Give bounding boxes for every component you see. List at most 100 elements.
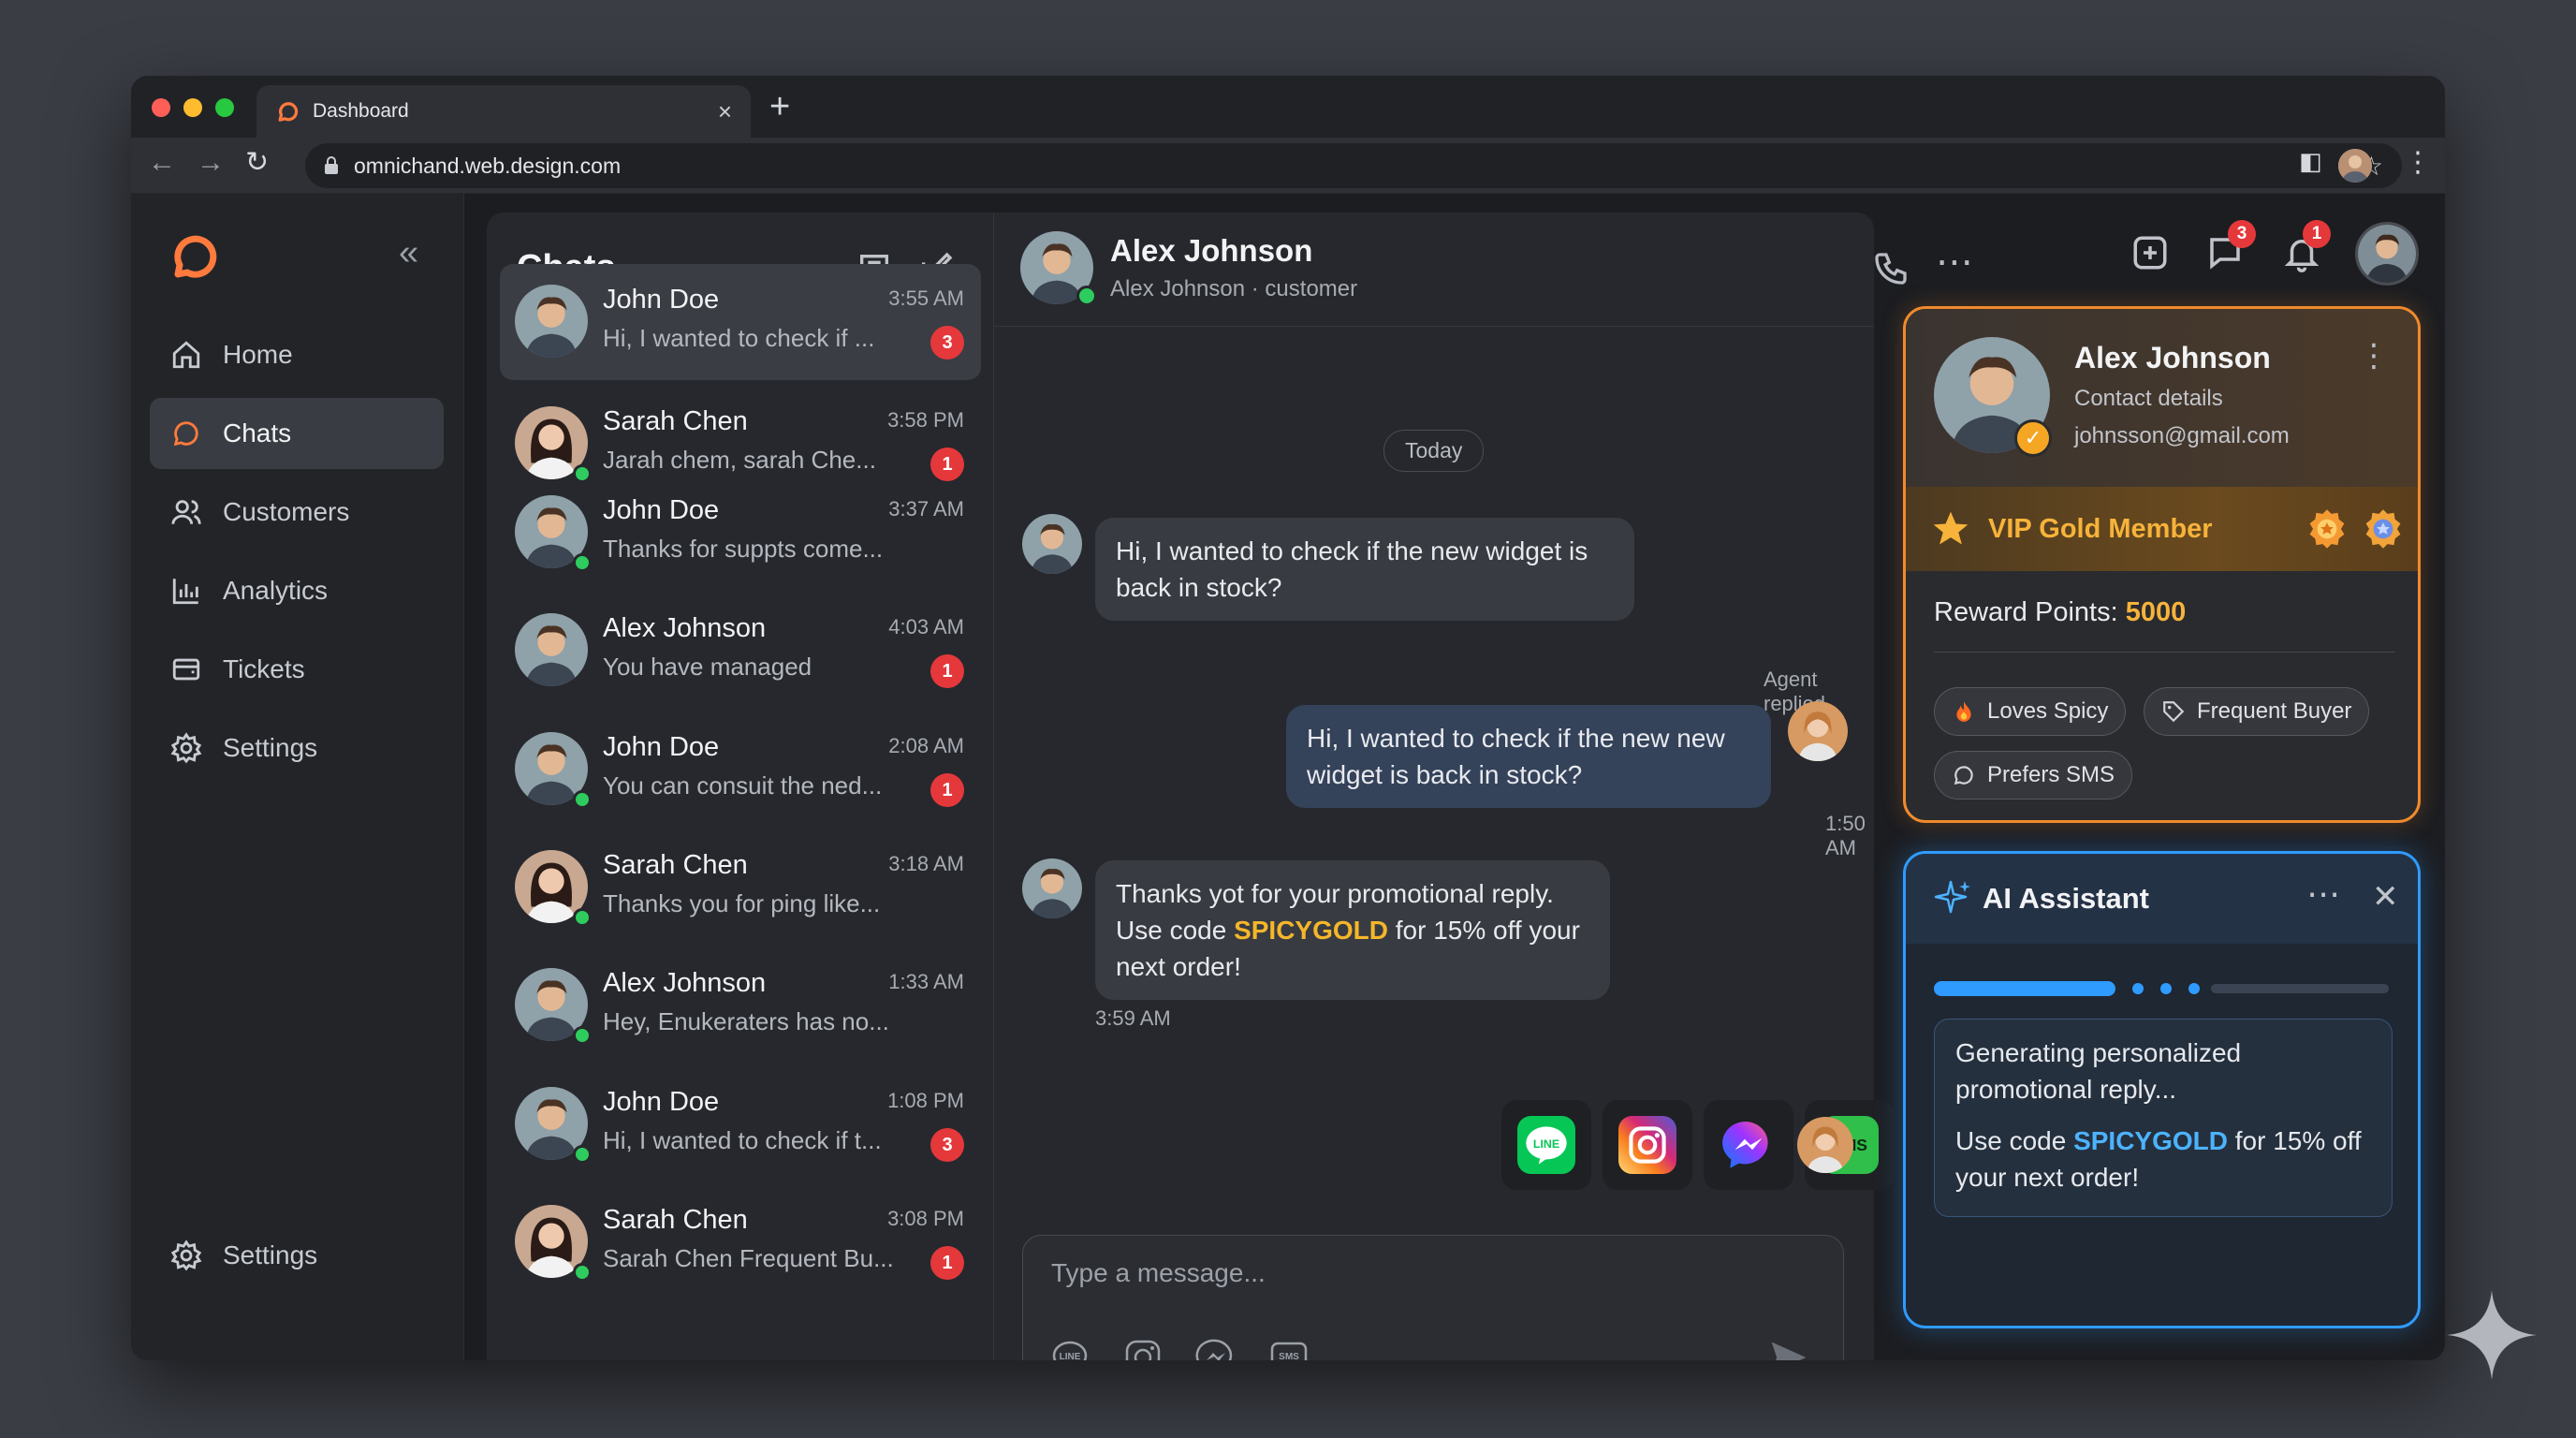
sidebar-item-label: Tickets [223, 654, 305, 683]
contact-email[interactable]: johnsson@gmail.com [2074, 423, 2290, 449]
tag-label: Prefers SMS [1987, 762, 2115, 787]
tag-prefers-sms[interactable]: Prefers SMS [1934, 751, 2133, 800]
line-icon: LINE [1517, 1116, 1575, 1174]
online-indicator [1076, 286, 1097, 306]
message-bubble-incoming[interactable]: Hi, I wanted to check if the new widget … [1095, 518, 1634, 621]
browser-menu-icon[interactable]: ⋮ [2404, 149, 2432, 177]
chat-time: 2:08 AM [888, 734, 964, 757]
progress-dot [2160, 983, 2172, 994]
user-avatar[interactable] [2355, 222, 2419, 286]
promo-code: SPICYGOLD [2073, 1126, 2228, 1155]
sidebar-item-customers[interactable]: Customers [150, 477, 444, 548]
sidebar: « Home Chats Customers Analytics Tickets… [131, 194, 464, 1360]
sidebar-item-tickets[interactable]: Tickets [150, 634, 444, 705]
maximize-window-button[interactable] [215, 98, 234, 117]
more-options-icon[interactable]: ⋮ [2358, 337, 2390, 374]
unread-badge: 1 [930, 773, 964, 807]
back-arrow-icon[interactable]: ← [148, 149, 176, 177]
chat-preview: You have managed [603, 653, 812, 681]
close-icon[interactable]: ✕ [2372, 878, 2399, 916]
chat-preview: Hey, Enukeraters has no... [603, 1007, 889, 1035]
chat-preview: Hi, I wanted to check if ... [603, 324, 875, 352]
message-bubble-incoming[interactable]: Thanks yot for your promotional reply. U… [1095, 860, 1610, 1000]
conversation-panel: Alex Johnson Alex Johnson · customer ⋯ T… [994, 213, 1973, 1360]
forward-arrow-icon[interactable]: → [197, 149, 225, 177]
ai-assistant-title: AI Assistant [1983, 882, 2150, 915]
tag-label: Loves Spicy [1987, 698, 2109, 724]
chat-preview: Thanks for suppts come... [603, 535, 884, 563]
add-icon[interactable] [2130, 233, 2170, 272]
chat-preview: Sarah Chen Frequent Bu... [603, 1244, 894, 1272]
sidebar-item-home[interactable]: Home [150, 319, 444, 390]
chat-contact-name: Sarah Chen [603, 850, 748, 880]
chat-list-item[interactable]: John Doe 3:37 AM Thanks for suppts come... [500, 475, 981, 591]
conversation-subtitle: Alex Johnson · customer [1110, 276, 1358, 301]
instagram-icon[interactable] [1122, 1337, 1164, 1360]
sidebar-item-label: Home [223, 340, 293, 369]
chat-contact-name: Sarah Chen [603, 1205, 748, 1235]
reload-icon[interactable]: ↻ [245, 149, 269, 177]
sms-icon[interactable]: SMS [1268, 1337, 1310, 1360]
more-options-icon[interactable]: ⋯ [2306, 874, 2340, 914]
browser-profile-avatar[interactable] [2338, 149, 2372, 183]
chat-list-item[interactable]: Alex Johnson 4:03 AM You have managed 1 [500, 593, 981, 709]
sidebar-item-chats[interactable]: Chats [150, 398, 444, 469]
address-bar-row: ← → ↻ omnichand.web.design.com ☆ ◧ ⋮ [131, 138, 2445, 194]
ticket-icon [172, 658, 200, 681]
instagram-icon [1618, 1116, 1676, 1174]
avatar [1022, 514, 1082, 574]
url-field[interactable]: omnichand.web.design.com ☆ [305, 143, 2402, 188]
app-logo-icon[interactable] [167, 229, 219, 282]
chat-contact-name: Sarah Chen [603, 406, 748, 436]
sidebar-item-settings[interactable]: Settings [150, 712, 444, 784]
chat-time: 3:55 AM [888, 286, 964, 310]
browser-tab[interactable]: Dashboard × [256, 85, 751, 138]
sidebar-item-analytics[interactable]: Analytics [150, 555, 444, 626]
close-window-button[interactable] [152, 98, 170, 117]
lock-icon [325, 156, 338, 174]
chat-list-item[interactable]: Sarah Chen 3:18 AM Thanks you for ping lik… [500, 829, 981, 946]
message-bubble-outgoing[interactable]: Hi, I wanted to check if the new new wid… [1286, 705, 1771, 808]
more-options-icon[interactable]: ⋯ [1936, 241, 1973, 284]
chat-time: 3:37 AM [888, 497, 964, 521]
tag-icon [2163, 701, 2185, 723]
sparkle-watermark-icon [2447, 1290, 2537, 1380]
conversation-name: Alex Johnson [1110, 233, 1313, 268]
sidebar-item-label: Chats [223, 418, 292, 448]
line-channel-button[interactable]: LINE [1501, 1100, 1591, 1190]
window-controls [152, 98, 234, 117]
tag-loves-spicy[interactable]: Loves Spicy [1934, 687, 2127, 736]
tab-close-icon[interactable]: × [718, 97, 732, 126]
chat-list-item[interactable]: Alex Johnson 1:33 AM Hey, Enukeraters has … [500, 947, 981, 1064]
online-indicator [573, 553, 592, 572]
sidebar-item-label: Analytics [223, 576, 329, 605]
phone-icon[interactable] [1872, 250, 1910, 287]
sidebar-item-label: Settings [223, 733, 318, 762]
chat-preview: Hi, I wanted to check if t... [603, 1126, 882, 1154]
chat-preview: Thanks you for ping like... [603, 889, 881, 917]
new-tab-button[interactable]: + [769, 89, 790, 125]
send-icon[interactable] [1768, 1337, 1809, 1360]
composer-channel-icons: LINE SMS [1049, 1337, 1310, 1360]
progress-dot [2132, 983, 2144, 994]
ai-suggestion-box[interactable]: Generating personalized promotional repl… [1934, 1019, 2393, 1217]
sidepanel-icon[interactable]: ◧ [2299, 149, 2322, 173]
messenger-channel-button[interactable] [1704, 1100, 1793, 1190]
ai-status-text: Generating personalized promotional repl… [1955, 1038, 2242, 1104]
chat-list-item[interactable]: Sarah Chen 3:08 PM Sarah Chen Frequent Bu.… [500, 1184, 981, 1300]
home-icon [172, 341, 200, 369]
instagram-channel-button[interactable] [1603, 1100, 1692, 1190]
tag-frequent-buyer[interactable]: Frequent Buyer [2144, 687, 2370, 736]
chat-list-item[interactable]: John Doe 1:08 PM Hi, I wanted to check if … [500, 1066, 981, 1182]
sidebar-footer-settings[interactable]: Settings [150, 1220, 444, 1291]
messenger-icon[interactable] [1195, 1337, 1237, 1360]
progress-track [2211, 984, 2389, 993]
progress-dot [2188, 983, 2200, 994]
line-icon[interactable]: LINE [1049, 1337, 1090, 1360]
chat-list-item[interactable]: John Doe 3:55 AM Hi, I wanted to check if … [500, 264, 981, 380]
unread-badge: 1 [930, 654, 964, 688]
chat-list-item[interactable]: John Doe 2:08 AM You can consuit the ned..… [500, 712, 981, 828]
minimize-window-button[interactable] [183, 98, 202, 117]
collapse-sidebar-icon[interactable]: « [399, 235, 418, 271]
message-input[interactable]: Type a message... [1051, 1258, 1266, 1288]
